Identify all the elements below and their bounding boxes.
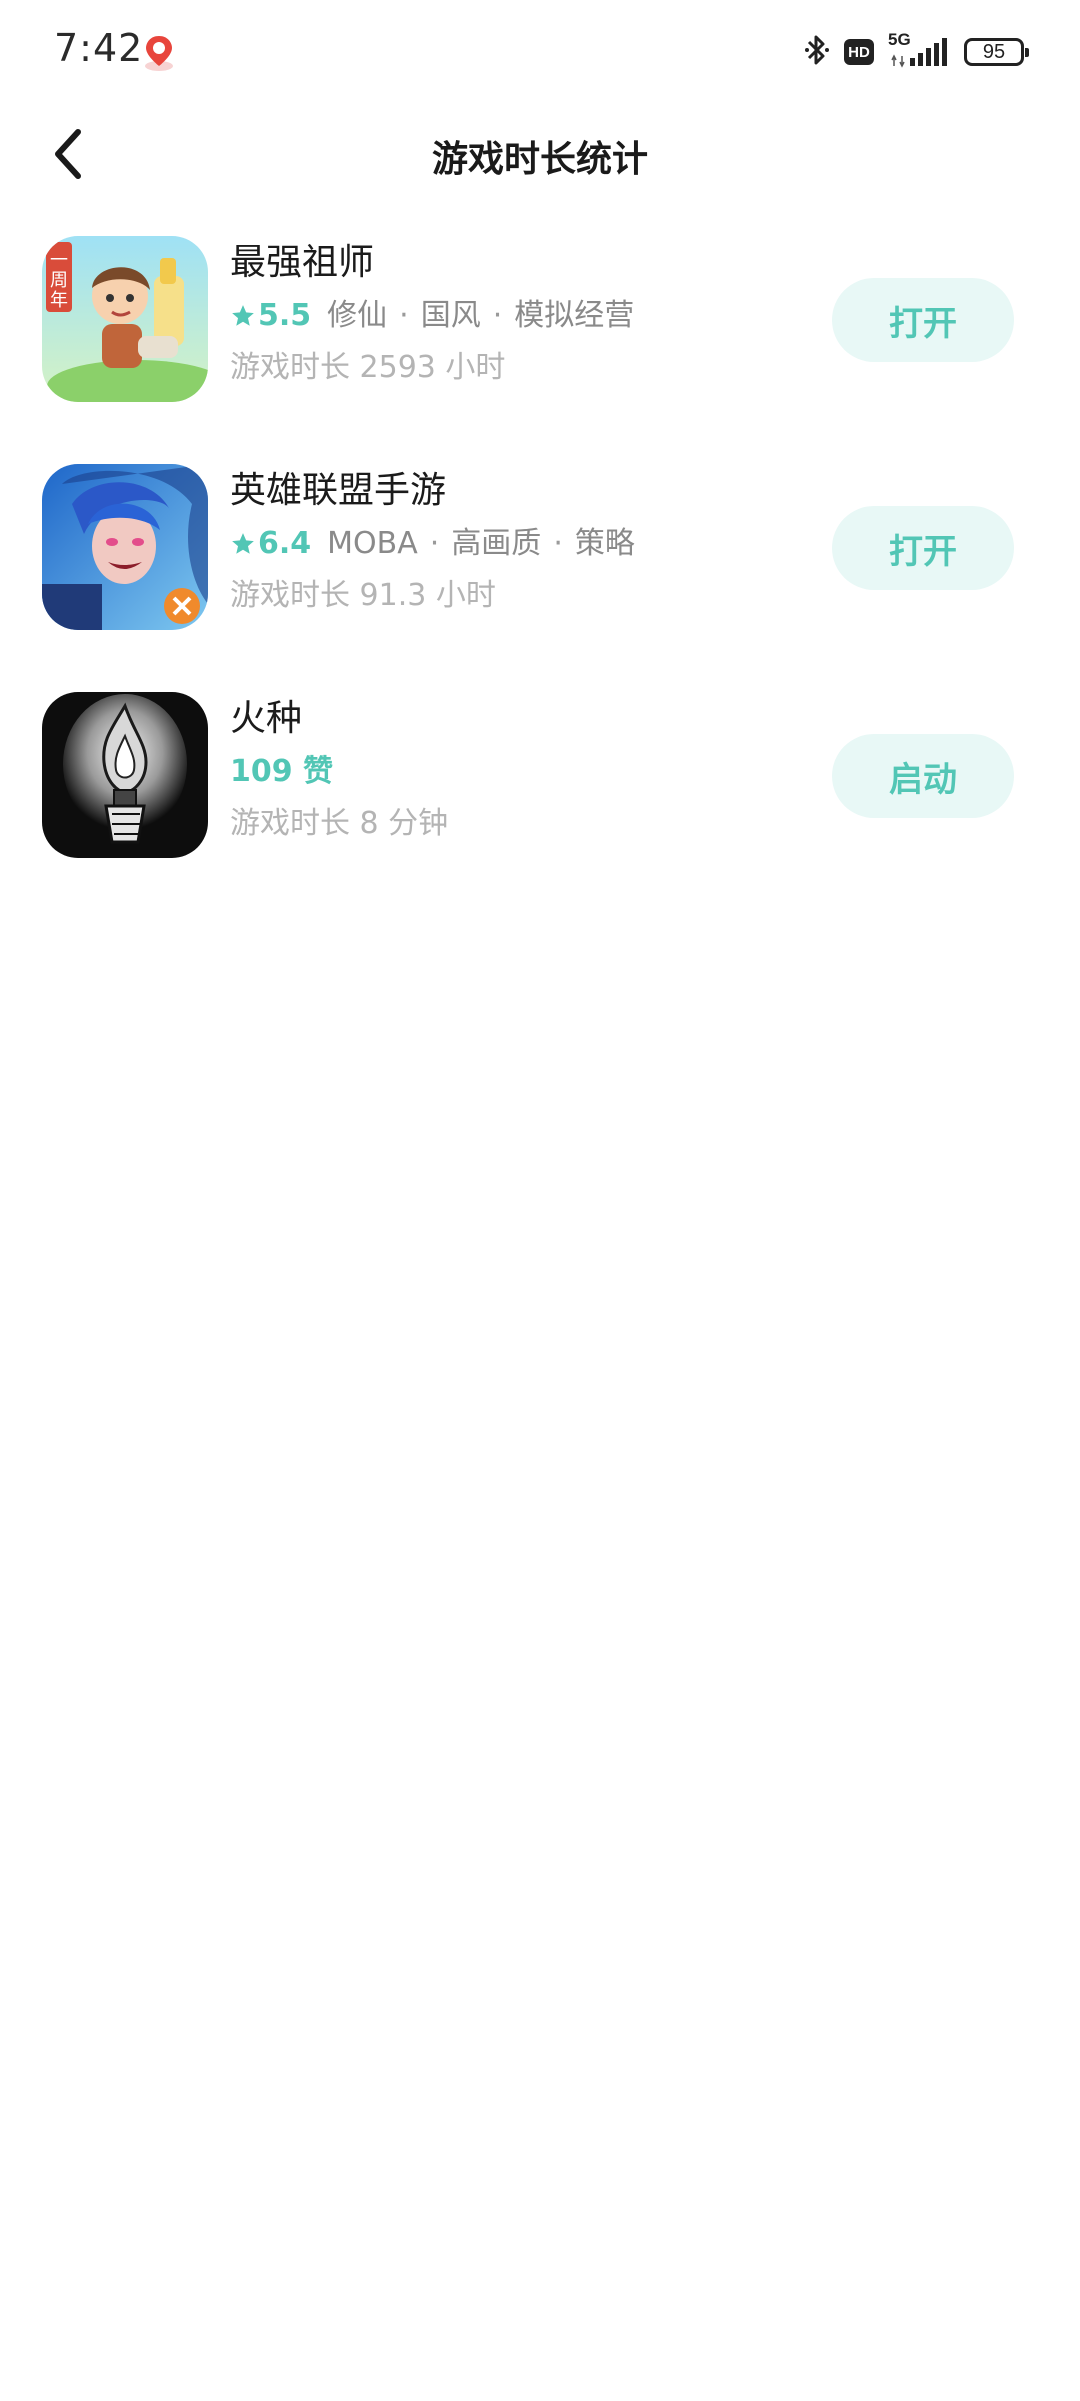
play-duration: 游戏时长 91.3 小时 [230,578,496,613]
star-icon [232,533,254,554]
play-duration: 游戏时长 2593 小时 [230,350,506,385]
play-duration: 游戏时长 8 分钟 [230,806,449,841]
signal-icon: 5G [888,30,950,70]
tag: 策略 [574,526,635,561]
bluetooth-icon [804,32,830,72]
tag: 模拟经营 [514,298,635,333]
game-info: 最强祖师 5.5 修仙 · 国风 · 模拟经营 游戏时长 2593 小时 [230,236,790,394]
game-meta: 109 赞 [230,746,790,798]
rating-value: 6.4 [258,526,312,561]
status-icons: HD 5G 95 [804,30,1029,72]
game-info: 火种 109 赞 游戏时长 8 分钟 [230,692,790,850]
torch-game-icon[interactable] [42,692,208,858]
rating: 6.4 [230,518,311,570]
game-info: 英雄联盟手游 6.4 MOBA · 高画质 · 策略 游戏时长 91.3 小时 [230,464,790,622]
tag: MOBA [327,526,418,561]
svg-text:周: 周 [50,270,68,291]
game-meta: 6.4 MOBA · 高画质 · 策略 [230,518,790,570]
tag-separator: · [553,526,563,561]
zuishi-game-icon[interactable]: 一 周 年 [42,236,208,402]
list-item-huozhong[interactable]: 火种 109 赞 游戏时长 8 分钟 启动 [0,692,1080,920]
game-name: 火种 [230,698,303,739]
game-name: 英雄联盟手游 [230,470,447,511]
tag-separator: · [399,298,409,333]
launch-button[interactable]: 启动 [832,734,1014,818]
header: 游戏时长统计 [0,108,1080,204]
battery-indicator: 95 [964,38,1029,66]
page-title: 游戏时长统计 [431,139,648,180]
status-time: 7:42 [54,26,144,70]
svg-text:一: 一 [50,250,68,271]
lol-mobile-game-icon[interactable] [42,464,208,630]
rating: 5.5 [230,290,311,342]
open-button[interactable]: 打开 [832,506,1014,590]
tag: 修仙 [327,298,388,333]
game-name: 最强祖师 [230,242,375,283]
list-item-lol-mobile[interactable]: 英雄联盟手游 6.4 MOBA · 高画质 · 策略 游戏时长 91.3 小时 … [0,464,1080,692]
tag-separator: · [429,526,440,561]
rating-value: 5.5 [258,298,312,333]
status-bar: 7:42 HD 5G 95 [0,0,1080,104]
tag-separator: · [492,298,503,333]
svg-text:年: 年 [50,290,68,311]
tag: 高画质 [451,526,542,561]
hd-badge: HD [844,39,874,65]
likes-count: 109 赞 [230,754,334,789]
open-button[interactable]: 打开 [832,278,1014,362]
list-item-zuiqiang-zushi[interactable]: 一 周 年 最强祖师 5.5 修仙 · 国风 · 模拟经营 游戏时长 2593 … [0,236,1080,464]
game-list: 一 周 年 最强祖师 5.5 修仙 · 国风 · 模拟经营 游戏时长 2593 … [0,236,1080,920]
game-meta: 5.5 修仙 · 国风 · 模拟经营 [230,290,790,342]
star-icon [232,305,254,326]
baidu-map-icon [142,34,176,72]
tag: 国风 [420,298,481,333]
